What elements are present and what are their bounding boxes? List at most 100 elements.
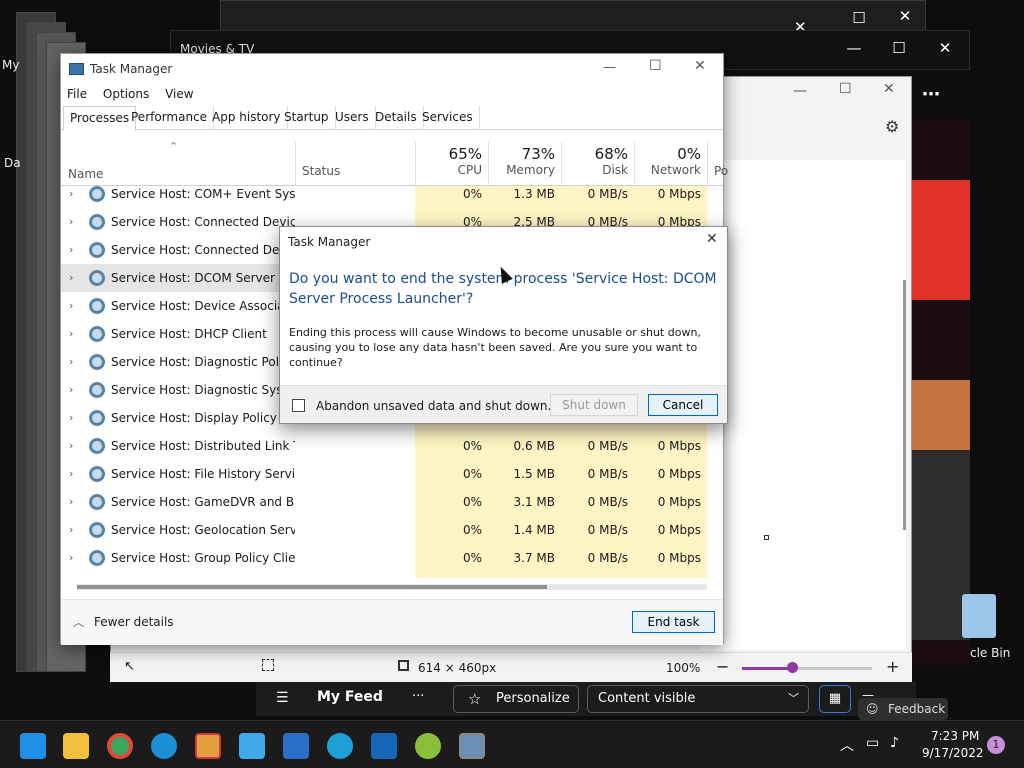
disk-value: 0.1 MB/s [561,572,634,578]
menu-file[interactable]: File [61,84,93,104]
minimize-icon[interactable]: — [603,60,616,75]
vertical-scrollbar[interactable] [903,280,906,530]
shut-down-button[interactable]: Shut down [550,394,638,416]
chevron-right-icon[interactable]: › [69,264,81,292]
close-icon[interactable]: ✕ [883,81,895,97]
column-power[interactable]: Po [707,142,728,186]
zoom-out-button[interactable]: − [716,657,729,676]
table-row[interactable]: › Service Host: COM+ Event Syste... 0% 1.3 … [61,186,723,208]
tab-startup[interactable]: Startup [278,106,336,130]
chevron-up-icon[interactable]: ︿ [73,614,84,630]
cancel-button[interactable]: Cancel [648,394,718,416]
menu-options[interactable]: Options [97,84,155,104]
chevron-right-icon[interactable]: › [69,516,81,544]
chevron-right-icon[interactable]: › [69,572,81,578]
chevron-right-icon[interactable]: › [69,186,81,208]
maximize-icon[interactable]: ☐ [649,58,662,74]
tips-icon[interactable] [151,733,177,759]
minimize-icon[interactable]: — [834,39,874,57]
desktop-icon-label[interactable]: My [2,58,19,72]
maximize-icon[interactable]: ☐ [839,9,879,27]
chevron-right-icon[interactable]: › [69,208,81,236]
table-row[interactable]: › Service Host: GameDVR and Bro... 0% 3.1 M… [61,488,723,516]
personalize-button[interactable]: ☆ Personalize [453,685,579,713]
checkbox-label[interactable]: Abandon unsaved data and shut down. [316,399,551,413]
chevron-right-icon[interactable]: › [69,292,81,320]
canvas-resize-handle[interactable] [764,535,769,540]
desktop-icon-label[interactable]: Da [4,156,21,170]
task-manager-taskbar-icon[interactable] [459,733,485,759]
grid-view-icon[interactable]: ▦ [819,685,851,713]
chevron-right-icon[interactable]: › [69,320,81,348]
fewer-details-link[interactable]: Fewer details [94,615,174,629]
end-task-button[interactable]: End task [632,611,715,633]
dialog-footer: Abandon unsaved data and shut down. Shut… [280,385,727,423]
disk-value: 0 MB/s [587,495,628,509]
chevron-right-icon[interactable]: › [69,544,81,572]
maximize-icon[interactable]: ☐ [839,81,852,97]
horizontal-scrollbar[interactable] [77,584,707,590]
task-manager-titlebar[interactable]: Task Manager — ☐ ✕ [61,54,723,84]
content-visible-dropdown[interactable]: Content visible ﹀ [587,685,809,713]
table-row[interactable]: › Service Host: IKE and AuthIP IPs... 0%1.… [61,572,723,578]
notepad-icon[interactable] [239,733,265,759]
minimize-icon[interactable]: — [793,83,807,99]
chevron-right-icon[interactable]: › [69,236,81,264]
maximize-icon[interactable]: ☐ [879,39,919,57]
column-status[interactable]: Status [295,142,415,186]
network-icon[interactable]: ▭ [866,735,879,751]
chevron-up-icon[interactable]: ︿ [840,735,854,755]
clock-time[interactable]: 7:23 PM [931,729,979,743]
close-icon[interactable]: ✕ [925,39,965,57]
table-row[interactable]: › Service Host: Group Policy Client 0% 3.7 … [61,544,723,572]
notification-badge[interactable]: 1 [987,736,1005,754]
file-explorer-icon[interactable] [63,733,89,759]
photos-icon[interactable] [283,733,309,759]
column-disk[interactable]: 68% Disk [561,142,634,186]
chevron-right-icon[interactable]: › [69,404,81,432]
chevron-right-icon[interactable]: › [69,376,81,404]
menu-view[interactable]: View [159,84,199,104]
chrome-icon[interactable] [107,733,133,759]
more-icon[interactable]: ··· [412,689,424,704]
chevron-right-icon[interactable]: › [69,488,81,516]
column-cpu[interactable]: 65% CPU [415,142,488,186]
my-feed-tab[interactable]: My Feed [317,689,383,705]
dialog-body: Ending this process will cause Windows t… [289,326,701,369]
tab-performance[interactable]: Performance [125,106,215,130]
abandon-data-checkbox[interactable] [292,399,305,412]
paint-icon[interactable] [415,733,441,759]
table-row[interactable]: › Service Host: File History Service 0% 1.5… [61,460,723,488]
start-icon[interactable] [20,733,46,759]
clock-date[interactable]: 9/17/2022 [922,746,984,760]
column-network[interactable]: 0% Network [634,142,707,186]
process-name: Service Host: COM+ Event Syste... [111,187,295,201]
table-row[interactable]: › Service Host: Geolocation Service 0% 1.4 … [61,516,723,544]
chevron-right-icon[interactable]: › [69,432,81,460]
zoom-slider-thumb[interactable] [787,662,798,673]
paint-canvas[interactable] [700,160,906,650]
chevron-right-icon[interactable]: › [69,460,81,488]
close-icon[interactable]: ✕ [885,7,925,25]
recycle-bin-label[interactable]: cle Bin [970,646,1010,660]
chevron-right-icon[interactable]: › [69,348,81,376]
column-memory[interactable]: 73% Memory [488,142,561,186]
edge-icon[interactable] [327,733,353,759]
movies-tv-icon[interactable] [371,733,397,759]
zoom-in-button[interactable]: + [886,657,899,676]
tab-services[interactable]: Services [416,106,480,130]
close-icon[interactable]: ✕ [694,58,706,74]
close-icon[interactable]: ✕ [706,231,718,247]
table-row[interactable]: › Service Host: Distributed Link Tr... 0% 0… [61,432,723,460]
store-icon[interactable] [195,733,221,759]
recycle-bin-icon[interactable] [962,594,996,638]
volume-icon[interactable]: ♪ [890,735,899,751]
column-name[interactable]: Name [68,167,103,181]
canvas-size-icon [398,660,409,671]
more-options-icon[interactable]: ⋯ [922,84,940,105]
tab-app-history[interactable]: App history [206,106,288,130]
feedback-button[interactable]: ☺ Feedback [858,698,948,720]
scrollbar-thumb[interactable] [77,585,547,589]
settings-icon[interactable]: ⚙ [885,117,899,136]
menu-icon[interactable]: ☰ [276,690,289,706]
